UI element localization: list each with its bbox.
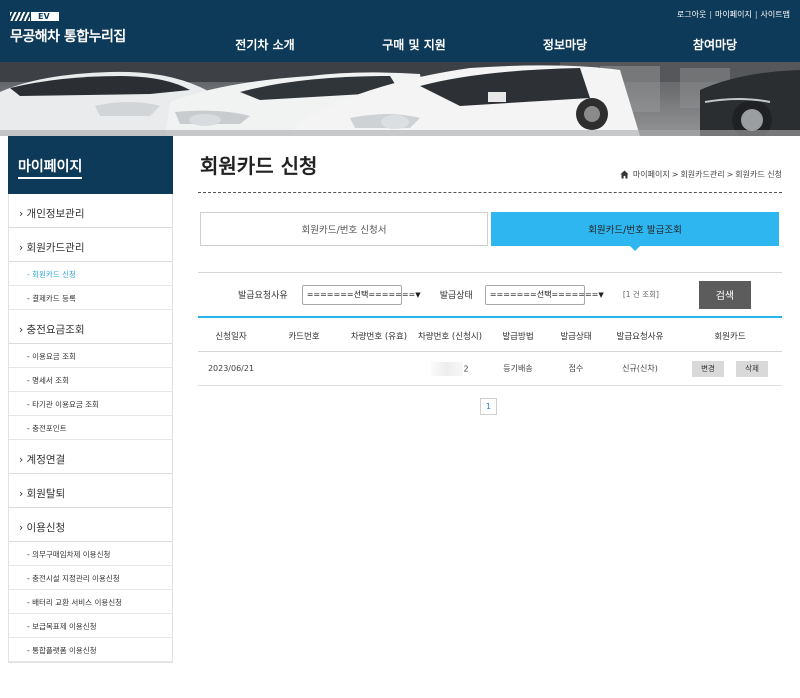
nav-ev-intro[interactable]: 전기차 소개 (192, 36, 338, 53)
table-header: 신청일자 카드번호 차량번호 (유효) 차량번호 (신청시) 발급방법 발급상태… (198, 320, 782, 352)
col-header-status: 발급상태 (560, 331, 592, 342)
banner-image (0, 62, 800, 136)
logo-stripes-icon (10, 11, 30, 21)
sidebar-subitem-other-agency-fee[interactable]: - 타기관 이용요금 조회 (9, 392, 172, 416)
sidebar-title: 마이페이지 (8, 136, 173, 194)
logo-text: 무공해차 통합누리집 (10, 29, 126, 45)
status-label: 발급상태 (439, 291, 473, 301)
col-header-card-no: 카드번호 (288, 331, 320, 342)
reason-select[interactable]: =======선택======= ▼ (301, 284, 421, 305)
sidebar-subitem-usage-fee[interactable]: - 이용요금 조회 (9, 344, 172, 368)
logo-ev-badge: EV (31, 11, 59, 21)
search-button[interactable]: 검색 (698, 280, 751, 309)
col-header-method: 발급방법 (502, 331, 534, 342)
sidebar-subitem-lease-apply[interactable]: - 의무구매임차제 이용신청 (9, 542, 172, 566)
sidebar-item-personal-info[interactable]: › 개인정보관리 (9, 194, 172, 228)
site-header: EV 무공해차 통합누리집 로그아웃 | 마이페이지 | 사이트맵 전기차 소개… (0, 0, 800, 62)
result-count: [1 건 조회] (622, 290, 659, 299)
nav-purchase-support[interactable]: 구매 및 지원 (338, 36, 490, 53)
breadcrumb-mypage[interactable]: 마이페이지 (633, 169, 670, 180)
sidebar-subitem-charger-manage-apply[interactable]: - 충전시설 지정관리 이용신청 (9, 566, 172, 590)
sidebar-title-text: 마이페이지 (18, 159, 83, 179)
sidebar-subitem-statement[interactable]: - 명세서 조회 (9, 368, 172, 392)
breadcrumb: 마이페이지 > 회원카드관리 > 회원카드 신청 (620, 169, 782, 180)
tab-application-form[interactable]: 회원카드/번호 신청서 (200, 212, 488, 246)
page-title: 회원카드 신청 (200, 154, 318, 178)
cell-member-card-actions: 변경 삭제 (678, 360, 782, 377)
sidebar-item-account-link[interactable]: › 계정연결 (9, 440, 172, 474)
sidebar-item-withdraw[interactable]: › 회원탈퇴 (9, 474, 172, 508)
utility-links: 로그아웃 | 마이페이지 | 사이트맵 (677, 9, 790, 20)
sidebar-item-charge-fee[interactable]: › 충전요금조회 (9, 310, 172, 344)
mypage-link[interactable]: 마이페이지 (715, 9, 752, 20)
issue-table: 신청일자 카드번호 차량번호 (유효) 차량번호 (신청시) 발급방법 발급상태… (198, 320, 782, 386)
sidebar-item-usage-apply[interactable]: › 이용신청 (9, 508, 172, 542)
masked-value (431, 361, 464, 376)
status-select-value: =======선택======= (489, 290, 599, 299)
title-divider (198, 192, 782, 193)
reason-label: 발급요청사유 (238, 291, 288, 301)
breadcrumb-card-manage[interactable]: 회원카드관리 (680, 169, 724, 180)
sidebar: 마이페이지 › 개인정보관리 › 회원카드관리 - 회원카드 신청 - 결제카드… (8, 136, 173, 663)
main-nav: 전기차 소개 구매 및 지원 정보마당 참여마당 (192, 36, 800, 53)
cell-reason: 신규(신차) (622, 364, 658, 373)
cell-method: 등기배송 (503, 364, 533, 373)
change-button[interactable]: 변경 (692, 360, 724, 377)
sidebar-subitem-charge-point[interactable]: - 충전포인트 (9, 416, 172, 440)
cell-date: 2023/06/21 (207, 364, 255, 373)
breadcrumb-separator: > (726, 170, 734, 179)
sidebar-subitem-platform-apply[interactable]: - 통합플랫폼 이용신청 (9, 638, 172, 662)
reason-select-value: =======선택======= (306, 290, 416, 299)
col-header-reason: 발급요청사유 (616, 331, 664, 342)
util-separator: | (709, 10, 713, 19)
pagination-page-1[interactable]: 1 (480, 398, 497, 415)
col-header-date: 신청일자 (215, 331, 247, 342)
delete-button[interactable]: 삭제 (736, 360, 768, 377)
util-separator: | (754, 10, 758, 19)
home-icon[interactable] (620, 170, 629, 179)
tab-issue-inquiry[interactable]: 회원카드/번호 발급조회 (491, 212, 779, 251)
breadcrumb-current: 회원카드 신청 (735, 170, 782, 179)
nav-info[interactable]: 정보마당 (490, 36, 640, 53)
sidebar-item-member-card[interactable]: › 회원카드관리 (9, 228, 172, 262)
cell-car-applied: 2 (414, 361, 486, 376)
nav-participation[interactable]: 참여마당 (640, 36, 790, 53)
cell-status: 접수 (568, 364, 584, 373)
site-logo[interactable]: EV 무공해차 통합누리집 (10, 10, 126, 46)
chevron-down-icon: ▼ (598, 290, 604, 299)
chevron-down-icon: ▼ (415, 290, 421, 299)
sidebar-subitem-card-apply[interactable]: - 회원카드 신청 (9, 262, 172, 286)
search-panel: 발급요청사유 =======선택======= ▼ 발급상태 =======선택… (198, 272, 782, 318)
tab-bar: 회원카드/번호 신청서 회원카드/번호 발급조회 (200, 212, 780, 251)
sidebar-subitem-payment-card[interactable]: - 결제카드 등록 (9, 286, 172, 310)
table-row: 2023/06/21 2 등기배송 접수 신규(신차) 변경 삭제 (198, 352, 782, 386)
col-header-car-valid: 차량번호 (유효) (350, 331, 408, 342)
sidebar-menu: › 개인정보관리 › 회원카드관리 - 회원카드 신청 - 결제카드 등록 › … (8, 194, 173, 663)
sitemap-link[interactable]: 사이트맵 (761, 9, 790, 20)
sidebar-subitem-battery-swap-apply[interactable]: - 배터리 교환 서비스 이용신청 (9, 590, 172, 614)
logout-link[interactable]: 로그아웃 (677, 9, 706, 20)
breadcrumb-separator: > (671, 170, 679, 179)
sidebar-subitem-target-apply[interactable]: - 보급목표제 이용신청 (9, 614, 172, 638)
col-header-car-applied: 차량번호 (신청시) (417, 331, 483, 342)
status-select[interactable]: =======선택======= ▼ (484, 284, 604, 305)
cell-car-applied-suffix: 2 (463, 364, 469, 373)
col-header-member-card: 회원카드 (714, 331, 746, 342)
